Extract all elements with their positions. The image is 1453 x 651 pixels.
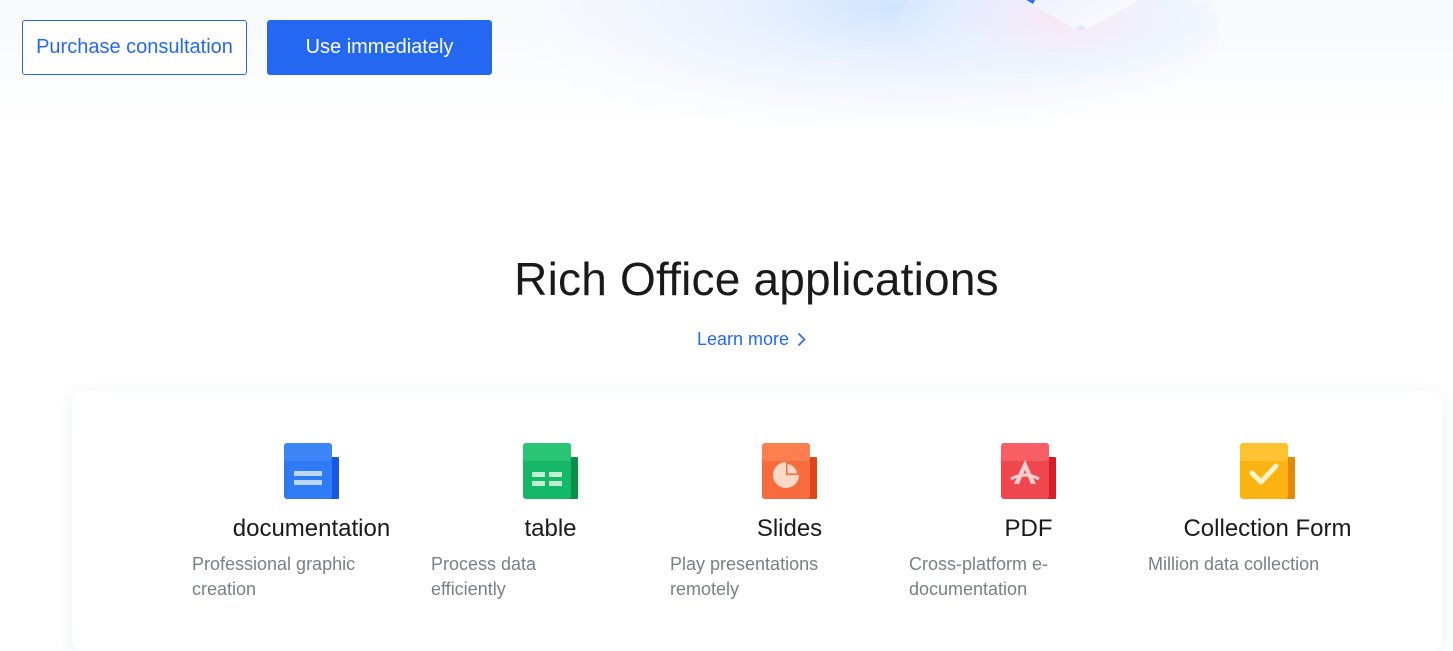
learn-more-link[interactable]: Learn more [697, 329, 806, 350]
app-description: Professional graphic creation [192, 554, 356, 599]
hero-cube-illustration [1023, 0, 1140, 30]
presentation-icon [761, 443, 817, 499]
app-name: PDF [1004, 515, 1053, 542]
app-name: documentation [232, 515, 391, 542]
app-name: Collection Form [1183, 515, 1352, 542]
app-item-documentation[interactable]: documentation Professional graphic creat… [192, 391, 431, 631]
chevron-right-icon [797, 332, 806, 347]
purchase-consultation-button[interactable]: Purchase consultation [22, 20, 247, 75]
app-name: table [524, 515, 577, 542]
app-description: Cross-platform e-documentation [909, 554, 1049, 599]
use-immediately-button[interactable]: Use immediately [267, 20, 492, 75]
spreadsheet-icon [522, 443, 578, 499]
hero-banner: Purchase consultation Use immediately [0, 0, 1453, 130]
app-description: Play presentations remotely [670, 554, 819, 599]
document-icon [283, 443, 339, 499]
section-title: Rich Office applications [514, 253, 999, 305]
office-apps-card: documentation Professional graphic creat… [72, 391, 1442, 651]
learn-more-label: Learn more [697, 329, 790, 349]
pdf-icon [1000, 443, 1056, 499]
app-description: Million data collection [1148, 554, 1320, 574]
app-description: Process data efficiently [431, 554, 537, 599]
app-name: Slides [756, 515, 823, 542]
app-item-pdf[interactable]: PDF Cross-platform e-documentation [909, 391, 1148, 631]
app-item-collection-form[interactable]: Collection Form Million data collection [1148, 391, 1387, 631]
app-item-table[interactable]: table Process data efficiently [431, 391, 670, 631]
form-check-icon [1239, 443, 1295, 499]
app-item-slides[interactable]: Slides Play presentations remotely [670, 391, 909, 631]
